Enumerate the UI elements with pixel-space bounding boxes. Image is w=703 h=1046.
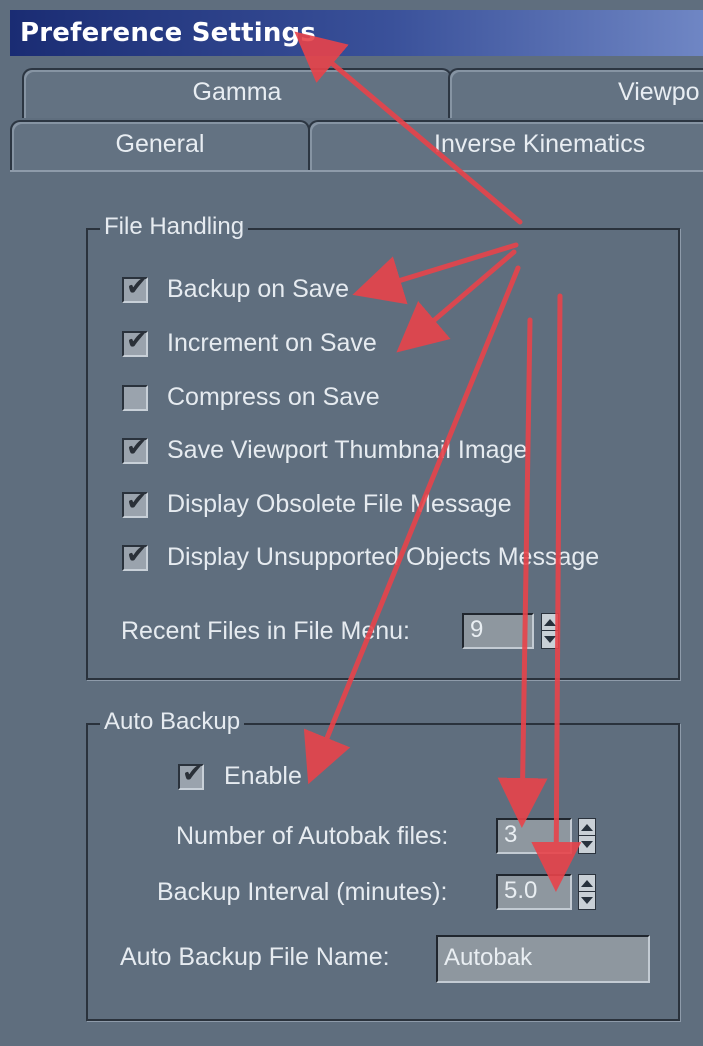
arrow-to-enable: [303, 265, 521, 785]
arrow-to-title: [294, 31, 523, 225]
arrow-to-increment-on-save: [396, 249, 517, 353]
annotation-arrows: [294, 31, 582, 892]
arrow-to-autobak-files: [497, 317, 548, 828]
arrow-to-backup-interval: [531, 293, 582, 892]
